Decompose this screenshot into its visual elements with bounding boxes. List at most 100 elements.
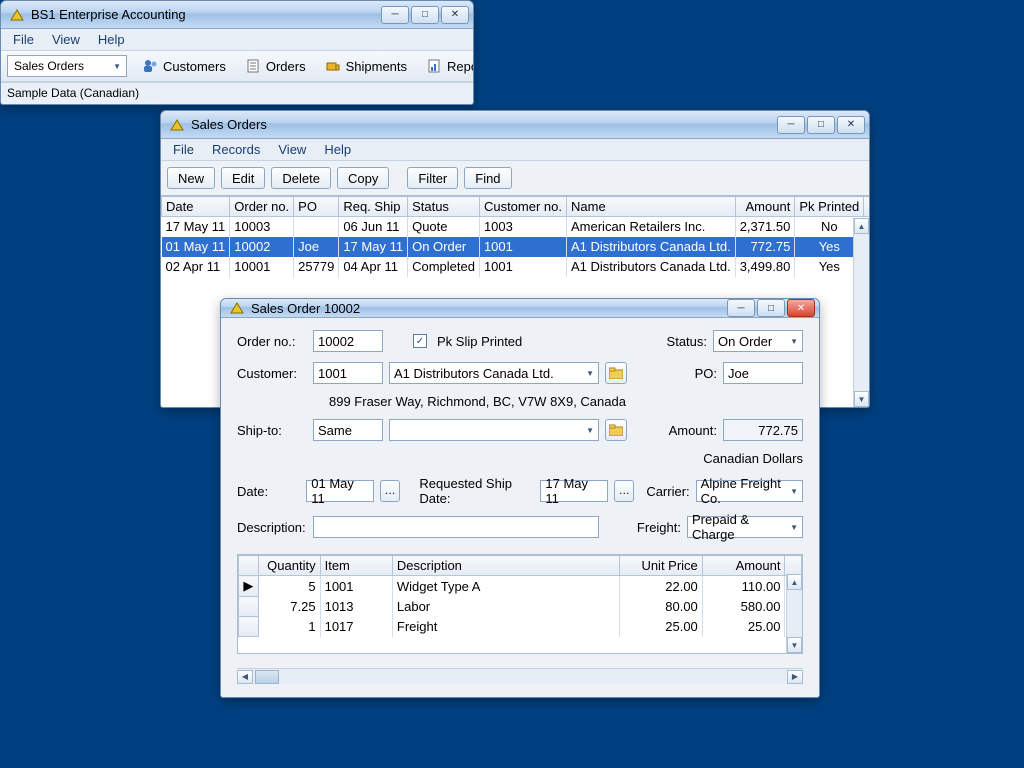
items-table[interactable]: QuantityItemDescriptionUnit PriceAmount … — [238, 555, 802, 637]
orders-button[interactable]: Orders — [240, 55, 310, 77]
col-header[interactable]: Req. Ship — [339, 197, 408, 217]
col-header[interactable]: Amount — [735, 197, 795, 217]
minimize-button[interactable]: ─ — [381, 6, 409, 24]
orders-table[interactable]: DateOrder no.POReq. ShipStatusCustomer n… — [161, 196, 870, 277]
menu-help[interactable]: Help — [90, 30, 133, 49]
col-header[interactable]: Item — [320, 556, 392, 576]
col-header[interactable]: Date — [162, 197, 230, 217]
delete-button[interactable]: Delete — [271, 167, 331, 189]
label-description: Description: — [237, 520, 307, 535]
currency-text: Canadian Dollars — [703, 451, 803, 466]
description-field[interactable] — [313, 516, 599, 538]
freight-combo[interactable]: Prepaid & Charge — [687, 516, 803, 538]
maximize-button[interactable]: □ — [411, 6, 439, 24]
scrollbar-thumb[interactable] — [255, 670, 279, 684]
form-title: Sales Order 10002 — [251, 301, 727, 316]
menu-help[interactable]: Help — [316, 140, 359, 159]
po-field[interactable]: Joe — [723, 362, 803, 384]
table-row[interactable]: ▶ 51001Widget Type A 22.00110.00 — [239, 576, 802, 597]
col-header[interactable]: Order no. — [230, 197, 294, 217]
col-header[interactable]: Name — [567, 197, 736, 217]
status-combo[interactable]: On Order — [713, 330, 803, 352]
scroll-down-icon[interactable]: ▼ — [787, 637, 802, 653]
close-button[interactable]: ✕ — [837, 116, 865, 134]
label-orderno: Order no.: — [237, 334, 307, 349]
menu-records[interactable]: Records — [204, 140, 268, 159]
date-field[interactable]: 01 May 11 — [306, 480, 374, 502]
close-button[interactable]: ✕ — [787, 299, 815, 317]
amount-field: 772.75 — [723, 419, 803, 441]
orderno-field[interactable]: 10002 — [313, 330, 383, 352]
customerno-field[interactable]: 1001 — [313, 362, 383, 384]
orders-title: Sales Orders — [191, 117, 777, 132]
menu-file[interactable]: File — [165, 140, 202, 159]
orders-icon — [244, 57, 262, 75]
find-button[interactable]: Find — [464, 167, 511, 189]
table-row[interactable]: 11017Freight 25.0025.00 — [239, 617, 802, 637]
table-row[interactable]: 17 May 111000306 Jun 11 Quote1003America… — [162, 217, 871, 237]
col-header[interactable]: Quantity — [258, 556, 320, 576]
reports-button[interactable]: Reports — [421, 55, 474, 77]
pkslip-checkbox[interactable]: ✓ Pk Slip Printed — [413, 334, 522, 349]
folder-button[interactable] — [605, 362, 627, 384]
maximize-button[interactable]: □ — [807, 116, 835, 134]
row-marker — [239, 617, 259, 637]
folder-button[interactable] — [605, 419, 627, 441]
label-reqship: Requested Ship Date: — [419, 476, 534, 506]
scroll-up-icon[interactable]: ▲ — [787, 574, 802, 590]
check-icon: ✓ — [413, 334, 427, 348]
menu-view[interactable]: View — [44, 30, 88, 49]
edit-button[interactable]: Edit — [221, 167, 265, 189]
col-header[interactable]: Description — [392, 556, 619, 576]
col-header[interactable]: Status — [408, 197, 480, 217]
close-button[interactable]: ✕ — [441, 6, 469, 24]
date-picker-button[interactable]: … — [614, 480, 634, 502]
form-body: Order no.: 10002 ✓ Pk Slip Printed Statu… — [221, 318, 819, 698]
col-header[interactable]: Unit Price — [620, 556, 703, 576]
horizontal-scrollbar[interactable]: ◀ ▶ — [237, 668, 803, 684]
new-button[interactable]: New — [167, 167, 215, 189]
status-text: Sample Data (Canadian) — [7, 86, 139, 100]
orders-titlebar[interactable]: Sales Orders ─ □ ✕ — [161, 111, 869, 139]
table-row[interactable]: 7.251013Labor 80.00580.00 — [239, 597, 802, 617]
menu-view[interactable]: View — [270, 140, 314, 159]
table-row[interactable]: 02 Apr 11100012577904 Apr 11 Completed10… — [162, 257, 871, 277]
date-picker-button[interactable]: … — [380, 480, 400, 502]
reqship-field[interactable]: 17 May 11 — [540, 480, 608, 502]
vertical-scrollbar[interactable]: ▲ ▼ — [853, 218, 869, 407]
label-po: PO: — [695, 366, 717, 381]
copy-button[interactable]: Copy — [337, 167, 389, 189]
scroll-right-icon[interactable]: ▶ — [787, 670, 803, 684]
scroll-up-icon[interactable]: ▲ — [854, 218, 869, 234]
filter-button[interactable]: Filter — [407, 167, 458, 189]
items-grid[interactable]: QuantityItemDescriptionUnit PriceAmount … — [237, 554, 803, 654]
main-titlebar[interactable]: BS1 Enterprise Accounting ─ □ ✕ — [1, 1, 473, 29]
main-statusbar: Sample Data (Canadian) — [1, 82, 473, 102]
scroll-left-icon[interactable]: ◀ — [237, 670, 253, 684]
orders-label: Orders — [266, 59, 306, 74]
col-header[interactable]: Pk Printed — [795, 197, 864, 217]
table-row[interactable]: 01 May 1110002Joe17 May 11 On Order1001A… — [162, 237, 871, 257]
menu-file[interactable]: File — [5, 30, 42, 49]
shipments-button[interactable]: Shipments — [320, 55, 411, 77]
minimize-button[interactable]: ─ — [777, 116, 805, 134]
main-toolbar: Sales Orders Customers Orders Shipments … — [1, 51, 473, 82]
vertical-scrollbar[interactable]: ▲ ▼ — [786, 574, 802, 653]
maximize-button[interactable]: □ — [757, 299, 785, 317]
module-selector[interactable]: Sales Orders — [7, 55, 127, 77]
minimize-button[interactable]: ─ — [727, 299, 755, 317]
col-header[interactable]: PO — [294, 197, 339, 217]
form-titlebar[interactable]: Sales Order 10002 ─ □ ✕ — [221, 299, 819, 318]
label-customer: Customer: — [237, 366, 307, 381]
label-amount: Amount: — [669, 423, 717, 438]
scroll-down-icon[interactable]: ▼ — [854, 391, 869, 407]
shipto-field[interactable]: Same — [313, 419, 383, 441]
customers-button[interactable]: Customers — [137, 55, 230, 77]
shipto-combo[interactable] — [389, 419, 599, 441]
col-header[interactable]: Amount — [702, 556, 785, 576]
col-header[interactable]: Customer no. — [479, 197, 566, 217]
shipments-label: Shipments — [346, 59, 407, 74]
label-shipto: Ship-to: — [237, 423, 307, 438]
carrier-combo[interactable]: Alpine Freight Co. — [696, 480, 803, 502]
customername-combo[interactable]: A1 Distributors Canada Ltd. — [389, 362, 599, 384]
